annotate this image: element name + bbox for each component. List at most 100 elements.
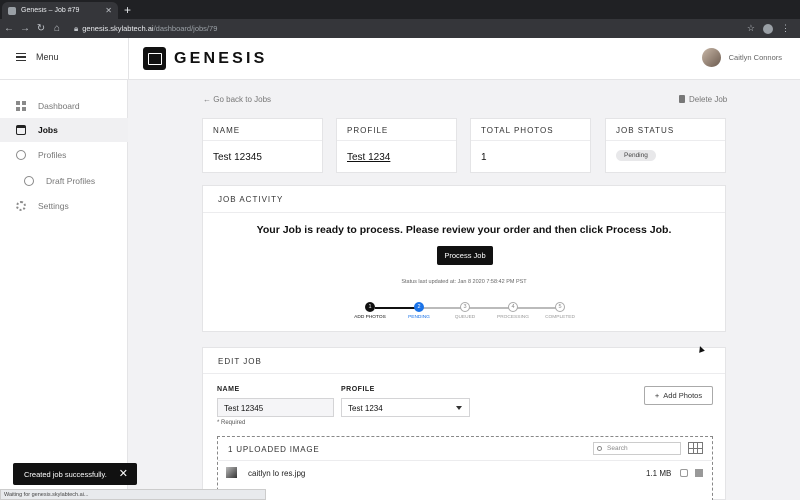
sidebar-item-label: Jobs: [38, 125, 58, 135]
gear-icon: [16, 201, 26, 211]
menu-button[interactable]: Menu: [16, 52, 59, 62]
total-photos-card: TOTAL PHOTOS 1: [470, 118, 591, 173]
forward-arrow-icon[interactable]: →: [18, 23, 32, 34]
plus-icon: +: [654, 391, 660, 400]
step-number: 2: [414, 302, 424, 312]
sidebar-item-settings[interactable]: Settings: [0, 194, 128, 218]
profile-field-label: PROFILE: [341, 386, 375, 393]
delete-label: Delete Job: [689, 95, 728, 104]
sidebar-item-dashboard[interactable]: Dashboard: [0, 94, 128, 118]
toast-notification: Created job successfully. ✕: [13, 463, 137, 485]
card-title: JOB STATUS: [606, 119, 725, 141]
trash-icon: [679, 95, 685, 103]
browser-toolbar: ← → ↻ ⌂ 🔒︎ genesis.skylabtech.ai/dashboa…: [0, 19, 800, 38]
file-size: 1.1 MB: [646, 469, 672, 478]
grid-view-icon[interactable]: [688, 442, 703, 454]
browser-tab-strip: Genesis – Job #79 ✕ +: [0, 0, 800, 19]
file-name: caitlyn lo res.jpg: [248, 469, 306, 478]
back-label: Go back to Jobs: [213, 95, 272, 104]
globe-icon: [16, 150, 26, 160]
favicon-icon: [8, 6, 16, 15]
search-input[interactable]: Search: [593, 442, 681, 455]
job-activity-card: JOB ACTIVITY Your Job is ready to proces…: [202, 185, 726, 332]
browser-status-bar: Waiting for genesis.skylabtech.ai...: [0, 489, 266, 500]
menu-label: Menu: [36, 52, 59, 62]
lock-icon[interactable]: 🔒︎: [74, 24, 78, 34]
back-arrow-icon[interactable]: ←: [2, 23, 16, 34]
toast-message: Created job successfully.: [24, 469, 107, 479]
url-path: /dashboard/jobs/79: [153, 24, 218, 33]
profile-select-value: Test 1234: [348, 404, 383, 413]
step-label: COMPLETED: [545, 315, 575, 320]
tab-title: Genesis – Job #79: [21, 7, 80, 14]
name-card: NAME Test 12345: [202, 118, 323, 173]
address-bar[interactable]: genesis.skylabtech.ai/dashboard/jobs/79: [82, 24, 747, 33]
genesis-logo-icon[interactable]: [143, 47, 166, 70]
app-header: Menu GENESIS Caitlyn Connors: [0, 38, 800, 80]
add-photos-label: Add Photos: [663, 391, 703, 400]
back-to-jobs-link[interactable]: ← Go back to Jobs: [203, 95, 271, 104]
sidebar-item-label: Dashboard: [38, 101, 80, 111]
user-name: Caitlyn Connors: [728, 53, 782, 62]
card-title: TOTAL PHOTOS: [471, 119, 590, 141]
sidebar-item-label: Profiles: [38, 150, 67, 160]
step-number: 5: [555, 302, 565, 312]
add-photos-button[interactable]: + Add Photos: [644, 386, 713, 405]
reload-icon[interactable]: ↻: [34, 23, 48, 34]
card-title: PROFILE: [337, 119, 456, 141]
header-divider: [128, 38, 129, 80]
image-thumbnail: [226, 467, 237, 478]
profile-link[interactable]: Test 1234: [337, 141, 456, 163]
close-icon[interactable]: ✕: [119, 467, 128, 480]
browser-menu-icon[interactable]: ⋮: [781, 23, 790, 34]
step-number: 4: [508, 302, 518, 312]
bookmark-star-icon[interactable]: ☆: [747, 23, 755, 34]
list-item[interactable]: caitlyn lo res.jpg 1.1 MB: [218, 465, 712, 487]
profile-card: PROFILE Test 1234: [336, 118, 457, 173]
tab-close-icon[interactable]: ✕: [105, 6, 112, 15]
jobs-icon: [16, 125, 26, 135]
section-title: JOB ACTIVITY: [203, 186, 725, 213]
section-title: EDIT JOB: [203, 348, 725, 374]
new-tab-icon[interactable]: +: [124, 3, 131, 17]
required-note: * Required: [217, 420, 246, 426]
url-host: genesis.skylabtech.ai: [82, 24, 154, 33]
upload-dropzone[interactable]: 1 UPLOADED IMAGE Search caitlyn lo res.j…: [217, 436, 713, 500]
sidebar-item-profiles[interactable]: Profiles: [0, 143, 128, 167]
process-job-button[interactable]: Process Job: [437, 246, 493, 265]
trash-icon[interactable]: [695, 469, 703, 477]
sidebar-item-draft-profiles[interactable]: Draft Profiles: [0, 169, 128, 193]
profile-select[interactable]: Test 1234: [341, 398, 470, 417]
card-title: NAME: [203, 119, 322, 141]
job-name-value: Test 12345: [213, 152, 262, 163]
search-placeholder: Search: [607, 445, 628, 452]
sidebar-item-label: Settings: [38, 201, 69, 211]
avatar: [701, 48, 721, 67]
name-field-label: NAME: [217, 386, 240, 393]
edit-job-card: EDIT JOB NAME Test 12345 * Required PROF…: [202, 347, 726, 500]
brand-name[interactable]: GENESIS: [174, 50, 268, 68]
replace-icon[interactable]: [680, 469, 688, 477]
step-number: 1: [365, 302, 375, 312]
sidebar-item-jobs[interactable]: Jobs: [0, 118, 128, 142]
user-menu[interactable]: Caitlyn Connors: [701, 48, 782, 67]
status-timestamp: Status last updated at: Jan 8 2020 7:58:…: [401, 279, 527, 285]
browser-tab[interactable]: Genesis – Job #79 ✕: [2, 2, 118, 19]
sidebar: Dashboard Jobs Profiles Draft Profiles S…: [0, 80, 128, 500]
search-icon: [597, 446, 602, 451]
globe-icon: [24, 176, 34, 186]
job-status-card: JOB STATUS Pending: [605, 118, 726, 173]
dashboard-icon: [16, 101, 26, 111]
sidebar-item-label: Draft Profiles: [46, 176, 96, 186]
step-completed: 5 COMPLETED: [530, 302, 590, 320]
arrow-left-icon: ←: [203, 95, 211, 104]
ready-message: Your Job is ready to process. Please rev…: [256, 224, 672, 236]
job-name-input[interactable]: Test 12345: [217, 398, 334, 417]
hamburger-icon: [16, 53, 26, 61]
chevron-down-icon: [456, 406, 462, 410]
browser-profile-icon[interactable]: [763, 23, 773, 34]
status-badge: Pending: [616, 150, 656, 161]
home-icon[interactable]: ⌂: [50, 23, 64, 34]
delete-job-button[interactable]: Delete Job: [679, 95, 727, 104]
total-photos-value: 1: [481, 152, 487, 163]
